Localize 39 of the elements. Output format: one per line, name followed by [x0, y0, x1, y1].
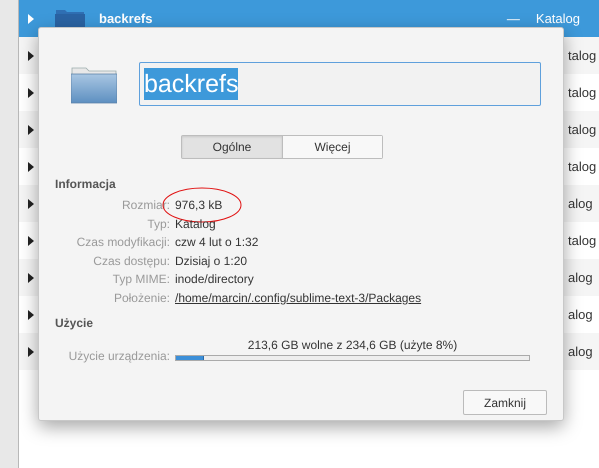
usage-reading: 213,6 GB wolne z 234,6 GB (użyte 8%) — [248, 338, 458, 353]
file-type: alog — [567, 342, 594, 361]
file-type: talog — [567, 84, 598, 102]
info-value: Dzisiaj o 1:20 — [175, 252, 248, 270]
expander-icon[interactable] — [28, 50, 34, 60]
file-type: alog — [567, 268, 594, 287]
file-type: talog — [567, 158, 598, 176]
info-value: inode/directory — [175, 271, 254, 288]
info-label: Położenie: — [112, 290, 171, 307]
close-button[interactable]: Zamknij — [463, 390, 547, 415]
file-type: talog — [567, 46, 598, 65]
expander-icon[interactable] — [28, 124, 34, 134]
info-value: czw 4 lut o 1:32 — [175, 234, 258, 252]
file-type: talog — [567, 120, 598, 139]
expander-icon[interactable] — [28, 310, 34, 320]
expander-icon[interactable] — [28, 236, 34, 246]
section-heading: Informacja — [55, 176, 117, 193]
section-heading: Użycie — [55, 315, 94, 332]
info-value: 976,3 kB — [175, 197, 222, 214]
file-type: Katalog — [536, 10, 580, 28]
info-label: Czas dostępu: — [92, 252, 171, 270]
tab[interactable]: Więcej — [282, 136, 382, 158]
expander-icon[interactable] — [28, 88, 34, 98]
expander-icon[interactable] — [28, 272, 34, 282]
expander-icon[interactable] — [28, 162, 34, 172]
folder-icon — [55, 8, 85, 28]
info-label: Typ MIME: — [112, 271, 171, 288]
tab[interactable]: Ogólne — [182, 136, 282, 158]
expander-icon[interactable] — [28, 346, 34, 356]
file-type: alog — [567, 306, 594, 324]
info-label: Czas modyfikacji: — [76, 234, 171, 252]
location-link[interactable]: /home/marcin/.config/sublime-text-3/Packages — [175, 288, 422, 307]
info-label: Typ: — [146, 216, 171, 233]
file-type: alog — [567, 194, 594, 213]
file-name: backrefs — [99, 10, 152, 28]
usage-label: Użycie urządzenia: — [68, 348, 171, 365]
file-type: talog — [567, 232, 598, 250]
file-size: — — [506, 10, 520, 28]
expander-icon[interactable] — [28, 198, 34, 208]
